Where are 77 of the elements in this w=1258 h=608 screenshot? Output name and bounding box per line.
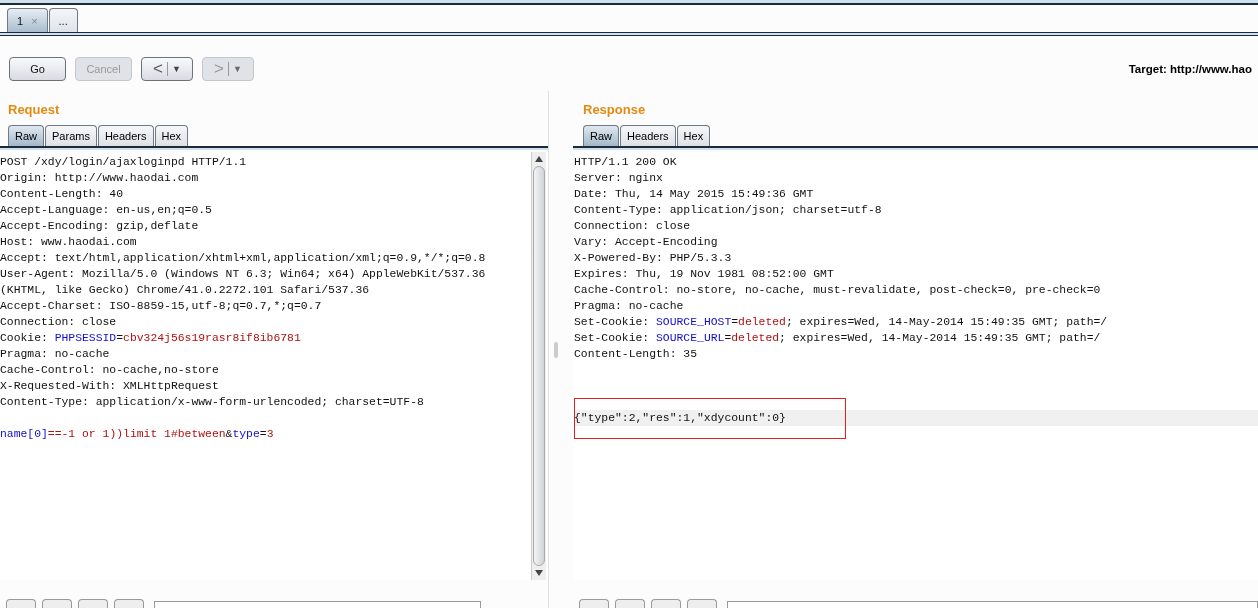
view-tab[interactable]: Hex bbox=[676, 125, 711, 146]
view-tab[interactable]: Raw bbox=[8, 125, 44, 146]
code-text: Expires: Thu, 19 Nov 1981 08:52:00 GMT bbox=[574, 268, 834, 280]
code-text: 3 bbox=[266, 428, 274, 440]
code-text: cbv324j56s19rasr8if8ib6781 bbox=[123, 332, 301, 344]
code-text: X-Powered-By: PHP/5.3.3 bbox=[574, 252, 732, 264]
toolbar-button[interactable]: Go bbox=[9, 56, 66, 81]
scroll-thumb[interactable] bbox=[533, 166, 545, 566]
code-text: Cookie: bbox=[0, 332, 49, 344]
code-text: Accept: text/html,application/xhtml+xml,application/xml;q=0.9,*/*;q=0.8 bbox=[0, 252, 486, 264]
code-text: POST /xdy/login/ajaxloginpd HTTP/1.1 bbox=[0, 156, 247, 168]
code-text: Content-Type: application/json; charset=utf-8 bbox=[574, 204, 882, 216]
view-tab[interactable]: Hex bbox=[154, 125, 189, 146]
view-tab[interactable]: Headers bbox=[97, 125, 154, 146]
code-text: Cache-Control: no-cache,no-store bbox=[0, 364, 219, 376]
code-text: = bbox=[259, 428, 267, 440]
code-text: Set-Cookie: bbox=[574, 332, 651, 344]
search-nav-button[interactable] bbox=[42, 599, 72, 608]
session-tab[interactable]: 1 × bbox=[7, 8, 48, 32]
session-tab[interactable]: ... bbox=[48, 8, 78, 32]
code-text: X-Requested-With: XMLHttpRequest bbox=[0, 380, 219, 392]
code-text: HTTP/1.1 200 OK bbox=[574, 156, 677, 168]
pane-title: Response bbox=[582, 101, 647, 117]
search-nav-button[interactable] bbox=[650, 599, 681, 608]
code-text: SOURCE_HOST bbox=[656, 316, 732, 328]
code-text: Content-Length: 35 bbox=[574, 348, 698, 360]
code-text: ==-1 or 1))limit 1#between bbox=[47, 428, 226, 440]
code-text: Host: www.haodai.com bbox=[0, 236, 137, 248]
code-text: ; expires=Wed, 14-May-2014 15:49:35 GMT; path=/ bbox=[785, 316, 1108, 328]
code-text: Cache-Control: no-store, no-cache, must-revalidate, post-check=0, pre-check=0 bbox=[574, 284, 1101, 296]
request-editor[interactable] bbox=[0, 152, 548, 580]
splitter-handle[interactable] bbox=[554, 341, 558, 358]
code-text: Vary: Accept-Encoding bbox=[574, 236, 718, 248]
search-nav-button[interactable] bbox=[686, 599, 717, 608]
code-text: type bbox=[232, 428, 260, 440]
scrollbar[interactable] bbox=[531, 152, 546, 580]
search-nav-button[interactable] bbox=[614, 599, 645, 608]
code-text: (KHTML, like Gecko) Chrome/41.0.2272.101 Safari/537.36 bbox=[0, 284, 370, 296]
code-text: Accept-Language: en-us,en;q=0.5 bbox=[0, 204, 212, 216]
code-text: = bbox=[731, 316, 739, 328]
code-text: Connection: close bbox=[0, 316, 117, 328]
code-text: & bbox=[225, 428, 233, 440]
code-text: Server: nginx bbox=[574, 172, 663, 184]
code-text: Date: Thu, 14 May 2015 15:49:36 GMT bbox=[574, 188, 814, 200]
code-text: SOURCE_URL bbox=[656, 332, 725, 344]
code-text: Pragma: no-cache bbox=[574, 300, 684, 312]
code-text: PHPSESSID bbox=[54, 332, 117, 344]
code-text: Accept-Charset: ISO-8859-15,utf-8;q=0.7,*;q=0.7 bbox=[0, 300, 322, 312]
search-field[interactable] bbox=[726, 601, 1258, 608]
code-text: = bbox=[724, 332, 732, 344]
code-text: User-Agent: Mozilla/5.0 (Windows NT 6.3; Win64; x64) AppleWebKit/537.36 bbox=[0, 268, 486, 280]
code-text: deleted bbox=[738, 316, 786, 328]
code-text: Origin: http://www.haodai.com bbox=[0, 172, 199, 184]
search-field[interactable] bbox=[154, 601, 481, 608]
code-text: Connection: close bbox=[574, 220, 691, 232]
search-nav-button[interactable] bbox=[579, 599, 609, 608]
history-button[interactable]: < ▼ bbox=[141, 56, 193, 81]
scroll-up-icon[interactable] bbox=[534, 155, 544, 163]
pane-title: Request bbox=[7, 101, 61, 117]
scroll-down-icon[interactable] bbox=[534, 569, 544, 577]
view-tab[interactable]: Raw bbox=[583, 125, 619, 146]
search-nav-button[interactable] bbox=[114, 599, 144, 608]
search-nav-button[interactable] bbox=[78, 599, 108, 608]
code-text: Content-Type: application/x-www-form-urlencoded; charset=UTF-8 bbox=[0, 396, 424, 408]
code-text: name[0] bbox=[0, 428, 48, 440]
code-text: = bbox=[116, 332, 124, 344]
view-tab[interactable]: Headers bbox=[620, 125, 676, 146]
code-text: Accept-Encoding: gzip,deflate bbox=[0, 220, 199, 232]
code-text: ; expires=Wed, 14-May-2014 15:49:35 GMT; path=/ bbox=[779, 332, 1101, 344]
target-label: Target: http://www.hao bbox=[1128, 62, 1252, 75]
code-text: Pragma: no-cache bbox=[0, 348, 110, 360]
code-text: Set-Cookie: bbox=[574, 316, 651, 328]
code-text: {"type":2,"res":1,"xdycount":0} bbox=[574, 412, 786, 424]
search-nav-button[interactable] bbox=[6, 599, 36, 608]
view-tab[interactable]: Params bbox=[45, 125, 97, 146]
code-text: deleted bbox=[731, 332, 780, 344]
code-text: Content-Length: 40 bbox=[0, 188, 124, 200]
